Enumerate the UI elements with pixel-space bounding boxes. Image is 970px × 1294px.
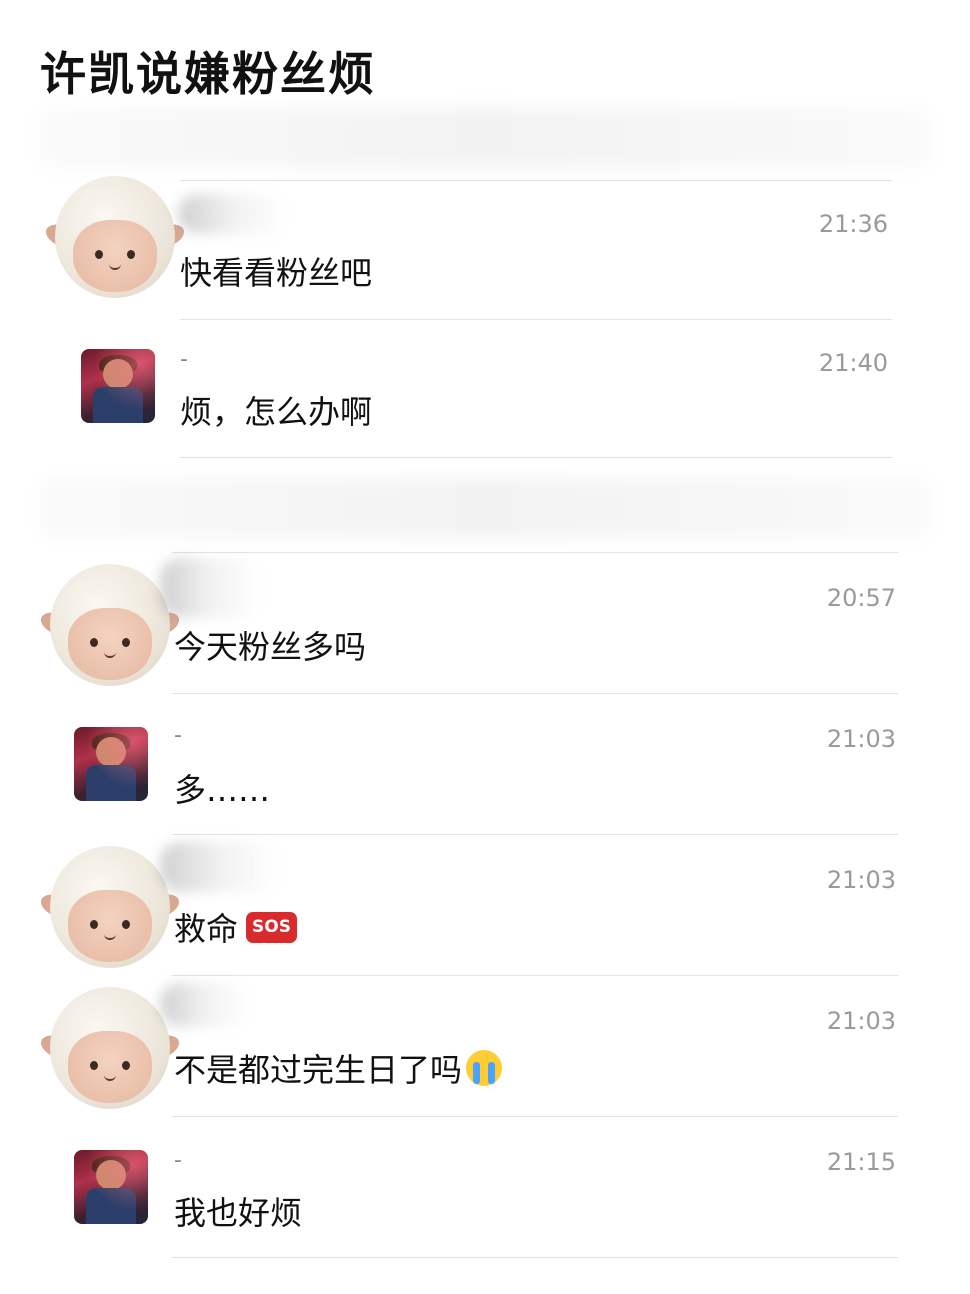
user-photo-avatar[interactable] (74, 1150, 148, 1224)
redacted-name (160, 983, 250, 1027)
redacted-name (160, 558, 260, 618)
message-text: 多…… (174, 771, 271, 809)
message-time: 21:03 (826, 866, 896, 894)
blurred-region (40, 108, 930, 168)
sheep-avatar-icon[interactable] (37, 846, 183, 976)
user-photo-avatar[interactable] (74, 727, 148, 801)
page-title: 许凯说嫌粉丝烦 (40, 47, 376, 101)
divider (180, 180, 892, 181)
message-time: 21:36 (818, 210, 888, 238)
message-time: 21:03 (826, 1007, 896, 1035)
divider (172, 1257, 898, 1258)
sheep-avatar-icon[interactable] (37, 564, 183, 694)
message-time: 21:03 (826, 725, 896, 753)
divider (172, 834, 898, 835)
divider (180, 319, 892, 320)
sheep-avatar-icon[interactable] (37, 987, 183, 1117)
message-time: 20:57 (826, 584, 896, 612)
sheep-avatar-icon[interactable] (42, 176, 188, 306)
message-text: 救命 SOS (174, 904, 297, 950)
divider (172, 552, 898, 553)
message-text: 我也好烦 (174, 1194, 303, 1232)
redacted-name (160, 842, 280, 892)
sos-icon: SOS (246, 911, 297, 943)
redacted-name (178, 194, 288, 234)
message-text: 今天粉丝多吗 (174, 628, 367, 666)
blurred-region (40, 478, 930, 538)
divider (172, 975, 898, 976)
message-text: 快看看粉丝吧 (180, 254, 373, 292)
message-time: 21:40 (818, 349, 888, 377)
divider (180, 457, 892, 458)
divider (172, 693, 898, 694)
sender-name: - (174, 723, 182, 748)
crying-face-icon (466, 1050, 503, 1086)
user-photo-avatar[interactable] (81, 349, 155, 423)
message-text: 不是都过完生日了吗 (174, 1045, 503, 1091)
sender-name: - (174, 1148, 182, 1173)
message-time: 21:15 (826, 1148, 896, 1176)
divider (172, 1116, 898, 1117)
sender-name: - (180, 347, 188, 372)
message-text: 烦，怎么办啊 (180, 393, 373, 431)
